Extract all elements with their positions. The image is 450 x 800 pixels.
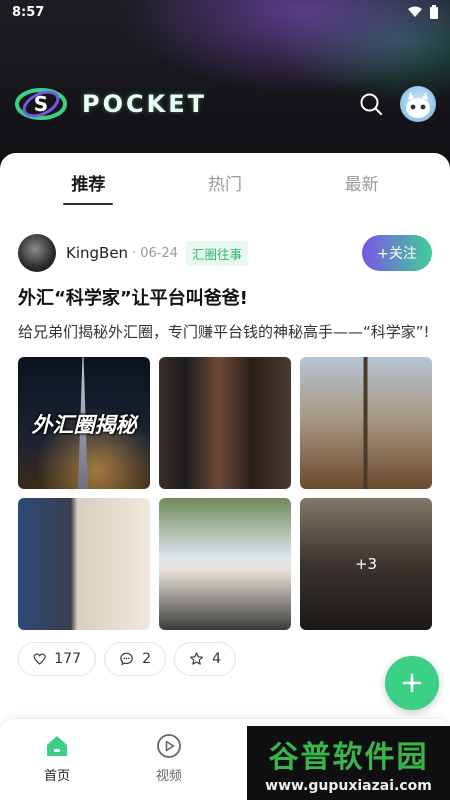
- app-header: S POCKET: [0, 78, 450, 130]
- nav-label-home: 首页: [43, 769, 70, 784]
- like-button[interactable]: 177: [18, 641, 96, 676]
- brand-name: POCKET: [82, 90, 207, 118]
- comment-icon: [120, 652, 133, 666]
- more-images-count: +3: [300, 497, 432, 630]
- status-icons: [408, 5, 438, 19]
- status-time: 8:57: [12, 4, 45, 20]
- follow-button[interactable]: +关注: [362, 235, 432, 271]
- search-icon: [360, 93, 383, 116]
- post-image[interactable]: [159, 497, 291, 630]
- watermark: 谷普软件园 www.gupuxiazai.com: [247, 726, 450, 800]
- favorite-count: 4: [212, 650, 221, 667]
- author-avatar[interactable]: [18, 234, 56, 272]
- svg-text:S: S: [34, 92, 48, 116]
- post-image-grid: 外汇圈揭秘 +3: [18, 356, 432, 630]
- star-icon: [190, 652, 204, 665]
- battery-icon: [430, 5, 438, 19]
- content-sheet: 推荐 热门 最新 KingBen · 06-24 汇圈往事 +关注 外汇“科学家…: [0, 153, 450, 800]
- image-overlay-text: 外汇圈揭秘: [31, 412, 137, 437]
- post-image[interactable]: 外汇圈揭秘: [18, 356, 150, 489]
- pocket-logo-icon: S: [15, 88, 67, 120]
- post-card[interactable]: KingBen · 06-24 汇圈往事 +关注 外汇“科学家”让平台叫爸爸! …: [18, 233, 432, 676]
- post-header: KingBen · 06-24 汇圈往事 +关注: [18, 233, 432, 273]
- status-bar: 8:57: [0, 0, 450, 24]
- feed-tabs: 推荐 热门 最新: [0, 153, 450, 211]
- post-tag[interactable]: 汇圈往事: [185, 240, 248, 266]
- home-icon: [47, 736, 67, 756]
- post-date: 06-24: [140, 245, 178, 261]
- separator-dot: ·: [132, 245, 137, 261]
- tab-hot[interactable]: 热门: [198, 162, 252, 203]
- plus-icon: [402, 673, 422, 693]
- search-button[interactable]: [358, 91, 384, 117]
- nav-label-video: 视频: [155, 769, 182, 784]
- user-avatar[interactable]: [400, 86, 436, 122]
- like-count: 177: [54, 650, 81, 667]
- post-image[interactable]: [159, 356, 291, 489]
- avatar-character-icon: [406, 92, 430, 118]
- watermark-chinese: 谷普软件园: [268, 740, 429, 775]
- favorite-button[interactable]: 4: [174, 641, 236, 676]
- comment-button[interactable]: 2: [104, 641, 166, 676]
- tab-recommended[interactable]: 推荐: [61, 162, 115, 205]
- post-image[interactable]: [18, 497, 150, 630]
- post-image[interactable]: [300, 356, 432, 489]
- create-post-button[interactable]: [385, 656, 439, 710]
- nav-item-home[interactable]: 首页: [27, 733, 87, 784]
- post-description[interactable]: 给兄弟们揭秘外汇圈，专门赚平台钱的神秘高手——“科学家”!: [18, 320, 432, 345]
- wifi-icon: [408, 6, 422, 17]
- play-icon: [157, 734, 181, 758]
- post-title[interactable]: 外汇“科学家”让平台叫爸爸!: [18, 285, 432, 312]
- comment-count: 2: [142, 650, 151, 667]
- watermark-url: www.gupuxiazai.com: [265, 778, 432, 794]
- heart-icon: [33, 653, 46, 665]
- author-name[interactable]: KingBen: [66, 244, 128, 262]
- post-image-more[interactable]: +3: [300, 497, 432, 630]
- nav-item-video[interactable]: 视频: [139, 733, 199, 784]
- post-actions: 177 2 4: [18, 641, 432, 676]
- tab-latest[interactable]: 最新: [335, 162, 389, 203]
